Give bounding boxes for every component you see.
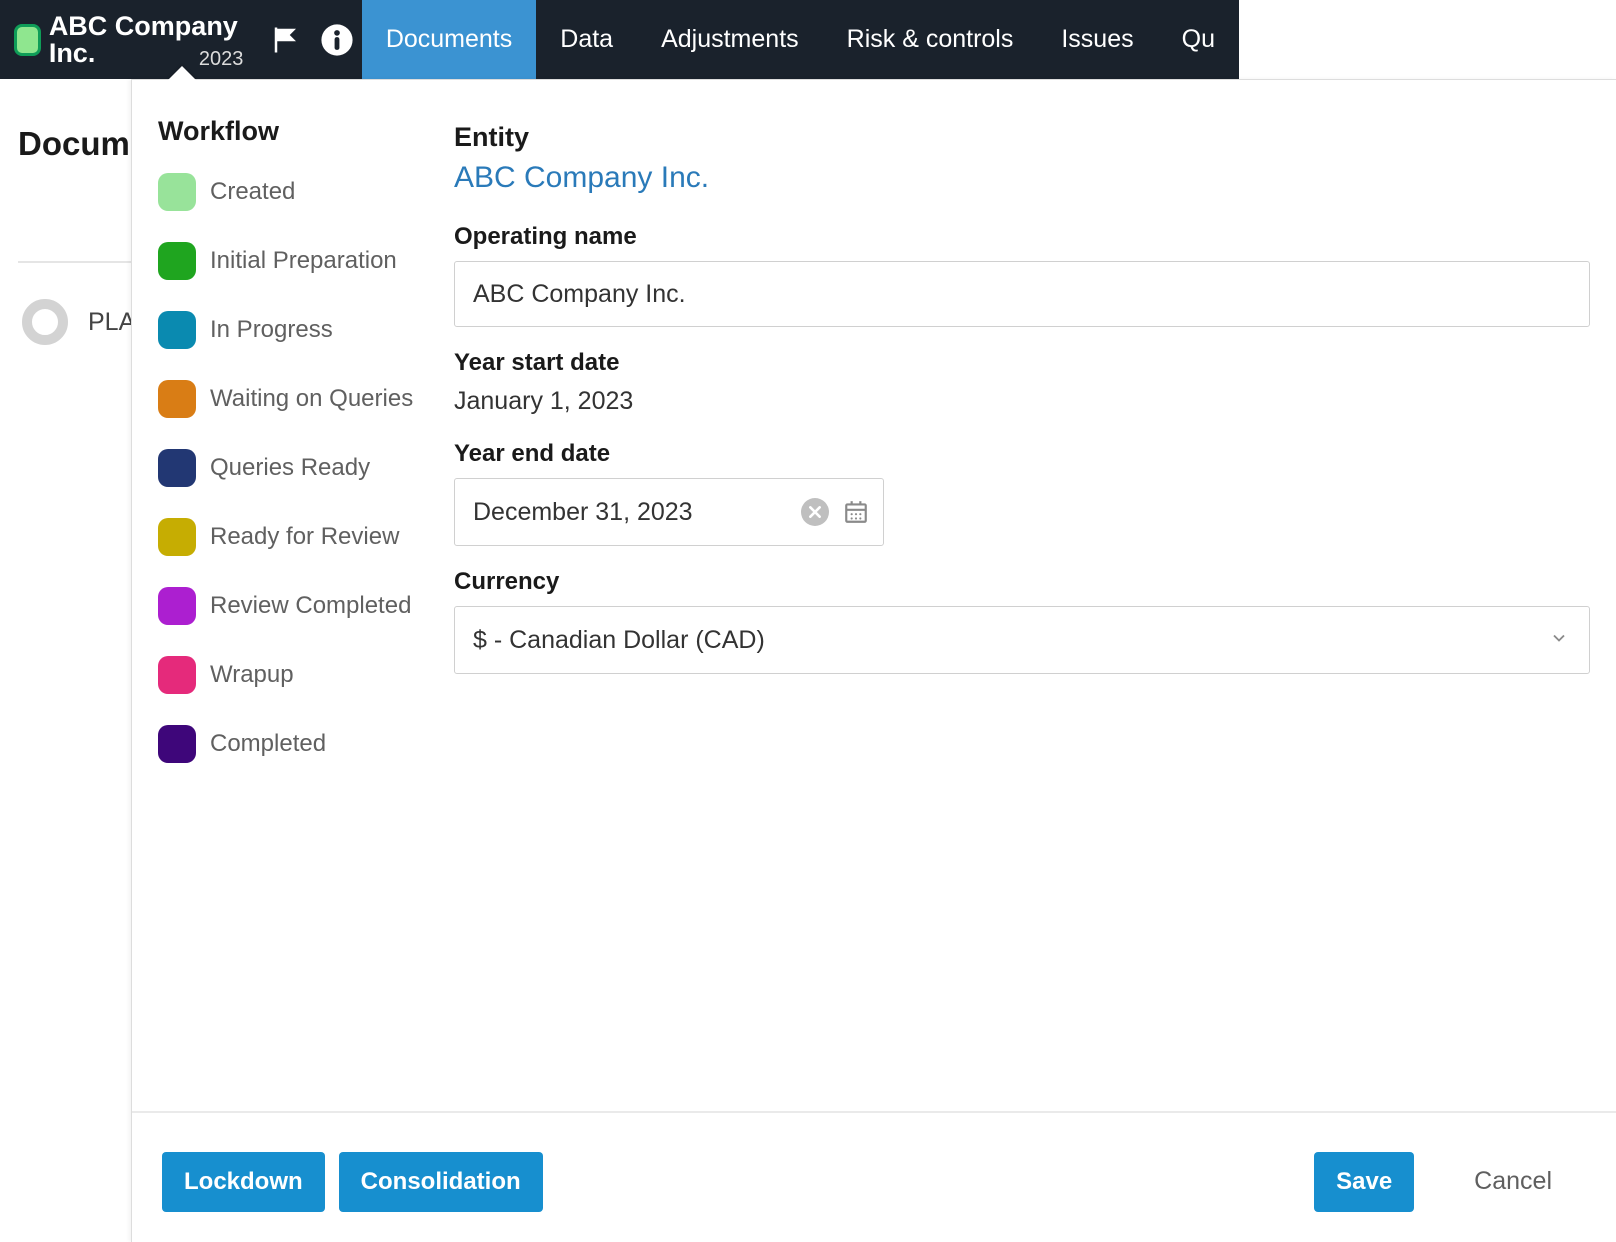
clear-icon[interactable] — [801, 498, 829, 526]
main-nav-tabs: Documents Data Adjustments Risk & contro… — [362, 0, 1239, 79]
workflow-status-label: Ready for Review — [210, 523, 399, 551]
document-status-circle-icon — [22, 299, 68, 345]
workflow-status-label: Created — [210, 178, 295, 206]
workflow-status-swatch — [158, 725, 196, 763]
workflow-status-swatch — [158, 587, 196, 625]
tab-issues[interactable]: Issues — [1037, 0, 1157, 79]
workflow-status-item[interactable]: Initial Preparation — [158, 242, 454, 280]
operating-name-label: Operating name — [454, 223, 1590, 251]
currency-value: $ - Canadian Dollar (CAD) — [473, 626, 1549, 655]
year-end-date-input[interactable]: December 31, 2023 — [454, 478, 884, 546]
workflow-status-item[interactable]: Completed — [158, 725, 454, 763]
calendar-icon[interactable] — [843, 499, 869, 525]
workflow-status-label: In Progress — [210, 316, 333, 344]
workflow-status-list: Created Initial Preparation In Progress Wai… — [158, 173, 454, 763]
workflow-status-label: Wrapup — [210, 661, 294, 689]
workflow-status-item[interactable]: Created — [158, 173, 454, 211]
workflow-status-swatch — [158, 173, 196, 211]
company-year: 2023 — [199, 48, 244, 71]
workflow-status-label: Completed — [210, 730, 326, 758]
tab-risk[interactable]: Risk & controls — [823, 0, 1038, 79]
popover-caret-icon — [168, 66, 196, 80]
info-icon — [320, 23, 354, 57]
workflow-status-item[interactable]: Queries Ready — [158, 449, 454, 487]
tab-queries-cut[interactable]: Qu — [1158, 0, 1239, 79]
workflow-status-item[interactable]: Waiting on Queries — [158, 380, 454, 418]
consolidation-button[interactable]: Consolidation — [339, 1152, 543, 1212]
year-start-value: January 1, 2023 — [454, 387, 1590, 416]
operating-name-input[interactable] — [454, 261, 1590, 327]
cancel-button[interactable]: Cancel — [1452, 1151, 1574, 1212]
workflow-section: Workflow Created Initial Preparation In Pr… — [158, 116, 454, 1091]
workflow-status-label: Queries Ready — [210, 454, 370, 482]
tab-adjustments[interactable]: Adjustments — [637, 0, 823, 79]
currency-select[interactable]: $ - Canadian Dollar (CAD) — [454, 606, 1590, 674]
entity-section: Entity ABC Company Inc. Operating name Y… — [454, 116, 1590, 1091]
workflow-status-item[interactable]: In Progress — [158, 311, 454, 349]
workflow-status-item[interactable]: Ready for Review — [158, 518, 454, 556]
save-button[interactable]: Save — [1314, 1152, 1414, 1212]
workflow-section-title: Workflow — [158, 116, 454, 147]
year-end-date-value: December 31, 2023 — [473, 498, 787, 527]
workflow-status-swatch — [158, 518, 196, 556]
workflow-status-swatch — [158, 380, 196, 418]
info-button[interactable] — [312, 0, 362, 79]
workflow-status-swatch — [158, 242, 196, 280]
year-start-label: Year start date — [454, 349, 1590, 377]
workflow-status-swatch — [158, 656, 196, 694]
document-row[interactable]: PLA — [22, 299, 135, 345]
document-row-label: PLA — [88, 308, 135, 337]
entity-name-link[interactable]: ABC Company Inc. — [454, 161, 1590, 195]
workflow-status-label: Initial Preparation — [210, 247, 397, 275]
workflow-status-label: Waiting on Queries — [210, 385, 413, 413]
workflow-status-item[interactable]: Review Completed — [158, 587, 454, 625]
currency-label: Currency — [454, 568, 1590, 596]
workflow-status-item[interactable]: Wrapup — [158, 656, 454, 694]
workflow-status-swatch — [158, 449, 196, 487]
entity-heading: Entity — [454, 122, 1590, 153]
tab-data[interactable]: Data — [536, 0, 637, 79]
workflow-status-swatch — [158, 311, 196, 349]
company-selector[interactable]: ABC Company Inc. 2023 — [0, 0, 261, 79]
flag-icon — [271, 25, 301, 55]
tab-documents[interactable]: Documents — [362, 0, 536, 79]
lockdown-button[interactable]: Lockdown — [162, 1152, 325, 1212]
chevron-down-icon — [1549, 626, 1569, 655]
year-end-label: Year end date — [454, 440, 1590, 468]
popover-footer: Lockdown Consolidation Save Cancel — [132, 1111, 1616, 1242]
company-status-swatch — [14, 24, 41, 56]
engagement-properties-popover: Workflow Created Initial Preparation In Pr… — [131, 79, 1616, 1242]
flag-button[interactable] — [261, 0, 311, 79]
workflow-status-label: Review Completed — [210, 592, 411, 620]
